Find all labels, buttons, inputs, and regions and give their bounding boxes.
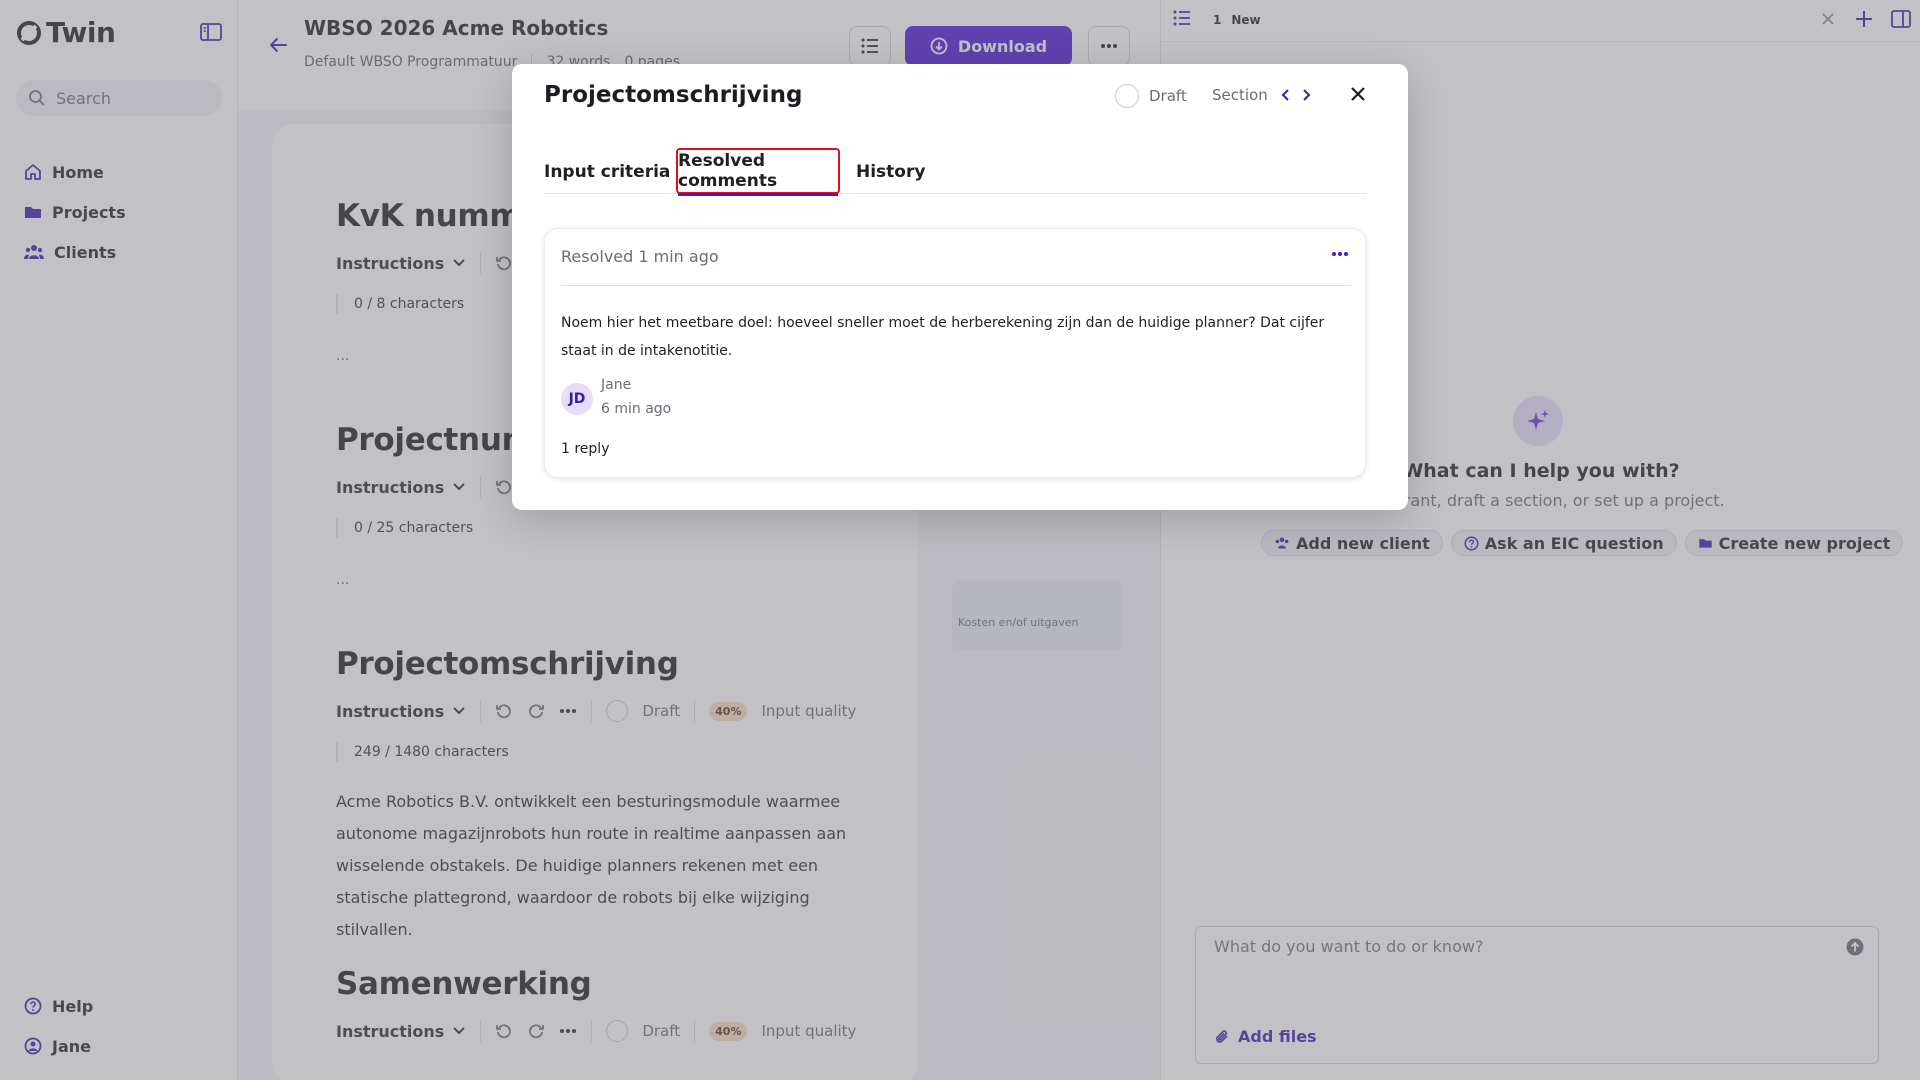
modal-tabs: Input criteria Resolved comments History bbox=[544, 148, 1366, 196]
avatar: JD bbox=[561, 383, 593, 415]
close-modal-button[interactable] bbox=[1350, 86, 1366, 102]
tab-history[interactable]: History bbox=[856, 150, 925, 194]
tab-label: Resolved comments bbox=[678, 151, 838, 196]
tab-label: History bbox=[856, 162, 926, 182]
comment-time: 6 min ago bbox=[601, 401, 672, 417]
close-icon bbox=[1351, 87, 1365, 101]
section-label: Section bbox=[1212, 86, 1268, 104]
modal-title: Projectomschrijving bbox=[544, 82, 803, 108]
modal-status[interactable]: Draft bbox=[1115, 84, 1187, 108]
more-horizontal-icon bbox=[1332, 252, 1348, 256]
comment-options-button[interactable] bbox=[1331, 251, 1349, 257]
section-details-modal: Projectomschrijving Draft Section Input … bbox=[512, 64, 1408, 510]
status-label: Draft bbox=[1149, 87, 1187, 105]
replies-link[interactable]: 1 reply bbox=[561, 441, 609, 457]
comment-body: Noem hier het meetbare doel: hoeveel sne… bbox=[561, 315, 1325, 359]
resolved-comment-card: Resolved 1 min ago Noem hier het meetbar… bbox=[544, 228, 1366, 478]
tab-resolved-comments[interactable]: Resolved comments bbox=[676, 148, 840, 196]
tab-input-criteria[interactable]: Input criteria bbox=[544, 150, 670, 194]
section-navigator: Section bbox=[1212, 86, 1312, 104]
tab-label: Input criteria bbox=[544, 162, 671, 182]
comment-author: Jane bbox=[601, 377, 632, 393]
chevron-right-icon[interactable] bbox=[1302, 88, 1312, 102]
chevron-left-icon[interactable] bbox=[1280, 88, 1290, 102]
resolved-timestamp: Resolved 1 min ago bbox=[561, 247, 719, 266]
draft-status-indicator[interactable] bbox=[1115, 84, 1139, 108]
comment-divider bbox=[561, 285, 1351, 286]
